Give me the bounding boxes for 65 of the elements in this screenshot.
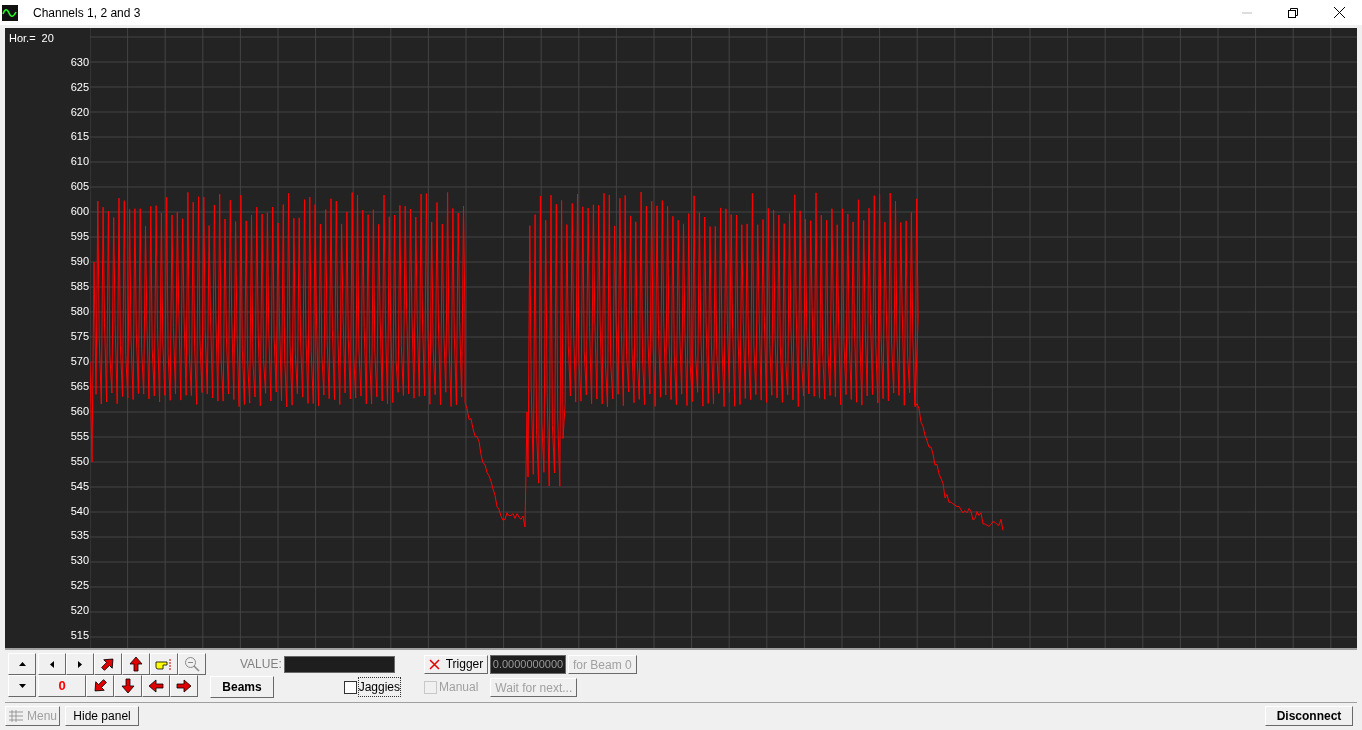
menu-icon [8, 709, 24, 723]
axis-label: 570 [70, 353, 89, 369]
arrow-button[interactable] [86, 675, 114, 697]
axis-label: 615 [70, 129, 89, 145]
pointing-hand-icon [155, 657, 173, 671]
arrow-button[interactable] [114, 675, 142, 697]
disconnect-button[interactable]: Disconnect [1265, 706, 1353, 726]
left-button[interactable] [38, 653, 66, 675]
arrow-right-icon [176, 679, 192, 693]
axis-label: 630 [70, 54, 89, 70]
axis-label: 575 [70, 329, 89, 344]
axis-label: 585 [70, 279, 89, 295]
close-icon [428, 658, 440, 670]
hide-panel-button[interactable]: Hide panel [65, 706, 140, 726]
window-title: Channels 1, 2 and 3 [33, 4, 141, 22]
arrow-button[interactable] [170, 675, 198, 697]
right-button[interactable] [66, 653, 94, 675]
arrow-button[interactable] [94, 653, 122, 675]
caret-right-icon [78, 660, 82, 668]
caret-down-icon [18, 684, 26, 688]
trigger-button[interactable]: Trigger [424, 654, 488, 674]
axis-label: 610 [70, 154, 89, 170]
down-button[interactable] [8, 675, 36, 697]
close-icon [1333, 7, 1345, 18]
axis-label: 520 [70, 603, 89, 619]
caret-up-icon [18, 662, 26, 666]
axis-label: 555 [70, 428, 89, 444]
checkbox[interactable] [343, 680, 357, 694]
up-button[interactable] [8, 653, 36, 675]
beams-button[interactable]: Beams [210, 676, 274, 698]
axis-label: 545 [70, 478, 89, 494]
value-label: VALUE: [240, 656, 282, 673]
arrow-down-icon [121, 678, 135, 694]
counter-display: 0 [38, 675, 86, 697]
axis-label: 600 [70, 204, 89, 220]
caret-left-icon [50, 660, 54, 668]
arrow-button[interactable] [122, 653, 150, 675]
arrow-button[interactable] [142, 675, 170, 697]
axis-label: 625 [70, 79, 89, 95]
axis-label: 550 [70, 453, 89, 469]
axis-label: 595 [70, 229, 89, 245]
axis-label: 525 [70, 578, 89, 594]
magnifier-icon [184, 656, 200, 672]
axis-label: 620 [70, 104, 89, 120]
checkbox-label: Manual [439, 679, 479, 696]
axis-label: 605 [70, 179, 89, 195]
axis-label: 590 [70, 254, 89, 270]
value-field[interactable] [283, 655, 395, 673]
axis-label: 540 [70, 503, 89, 519]
pointer-button[interactable] [150, 653, 178, 675]
arrow-left-icon [148, 679, 164, 693]
arrow-up-icon [129, 656, 143, 672]
scale-label: Hor.= [9, 31, 36, 46]
trigger-value-field[interactable]: 0.0000000000 [490, 654, 566, 674]
axis-label: 535 [70, 528, 89, 544]
checkbox-label: Jaggies [358, 678, 400, 696]
scale-value: 20 [41, 31, 54, 46]
app-icon [2, 4, 18, 21]
axis-label: 515 [70, 628, 89, 644]
axis-label: 560 [70, 403, 89, 419]
axis-label: 580 [70, 304, 89, 320]
axis-label: 565 [70, 378, 89, 394]
axis-label: 530 [70, 553, 89, 569]
restore-icon [1288, 7, 1298, 18]
zoom-button[interactable] [178, 653, 206, 675]
